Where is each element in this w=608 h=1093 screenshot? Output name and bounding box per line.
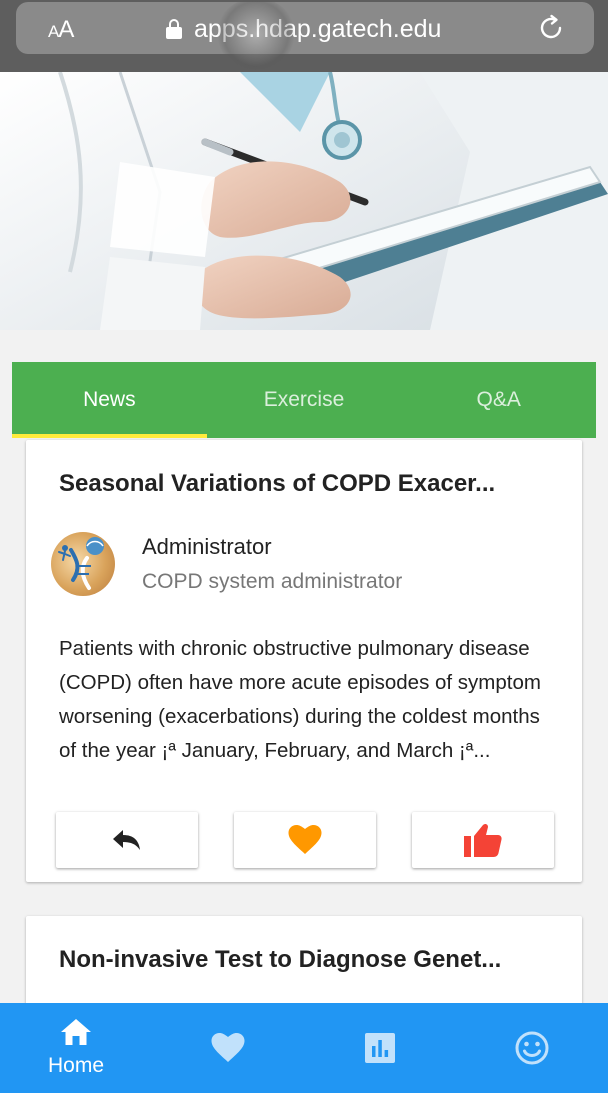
- article-actions: [56, 812, 554, 868]
- nav-stats[interactable]: [304, 1003, 456, 1093]
- tab-exercise[interactable]: Exercise: [207, 362, 402, 438]
- article-excerpt: Patients with chronic obstructive pulmon…: [59, 637, 541, 762]
- nav-favorites[interactable]: [152, 1003, 304, 1093]
- category-tabs: News Exercise Q&A: [12, 362, 596, 438]
- tab-news[interactable]: News: [12, 362, 207, 438]
- home-icon: [61, 1019, 91, 1045]
- address-bar[interactable]: AA apps.hdap.gatech.edu: [16, 2, 594, 54]
- nav-home-label: Home: [47, 1054, 105, 1077]
- nav-mood[interactable]: [456, 1003, 608, 1093]
- chart-icon: [365, 1033, 395, 1063]
- avatar: [51, 532, 115, 596]
- favorite-button[interactable]: [234, 812, 376, 868]
- reply-icon: [113, 830, 140, 850]
- reply-button[interactable]: [56, 812, 198, 868]
- heart-icon: [288, 825, 322, 854]
- author-role: COPD system administrator: [142, 570, 403, 593]
- author-name: Administrator: [142, 534, 272, 559]
- bottom-navigation: Home: [0, 1003, 608, 1093]
- smiley-icon: [515, 1031, 549, 1065]
- thumbs-up-icon: [464, 823, 502, 857]
- heart-icon: [211, 1033, 245, 1062]
- browser-bar: AA apps.hdap.gatech.edu: [0, 0, 608, 72]
- lock-icon: [166, 19, 182, 39]
- author-info: Administrator COPD system administrator: [51, 532, 402, 596]
- article-title[interactable]: Non-invasive Test to Diagnose Genet...: [59, 946, 559, 974]
- nav-home[interactable]: Home: [0, 1003, 152, 1093]
- url-display[interactable]: apps.hdap.gatech.edu: [166, 12, 441, 46]
- app-screen: AA apps.hdap.gatech.edu News Exercise Q&…: [0, 0, 608, 1093]
- like-button[interactable]: [412, 812, 554, 868]
- touch-indicator: [216, 0, 296, 70]
- tab-qa[interactable]: Q&A: [401, 362, 596, 438]
- article-card[interactable]: Seasonal Variations of COPD Exacer... Ad…: [26, 440, 582, 882]
- text-size-button[interactable]: AA: [48, 16, 74, 44]
- article-title[interactable]: Seasonal Variations of COPD Exacer...: [59, 470, 559, 498]
- hero-image: [0, 72, 608, 330]
- reload-icon[interactable]: [536, 13, 566, 43]
